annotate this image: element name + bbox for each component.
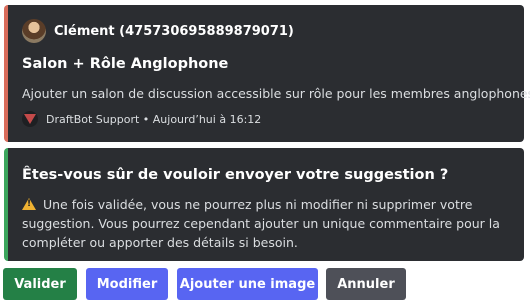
add-image-button[interactable]: Ajouter une image	[177, 268, 318, 300]
draftbot-icon	[22, 111, 38, 127]
author-avatar[interactable]	[22, 19, 46, 43]
warning-icon	[22, 198, 36, 210]
embed-footer: DraftBot Support • Aujourd’hui à 16:12	[22, 111, 261, 127]
confirmation-embed: Êtes-vous sûr de vouloir envoyer votre s…	[4, 148, 524, 261]
embed-author: Clément (475730695889879071)	[22, 19, 294, 43]
confirmation-title: Êtes-vous sûr de vouloir envoyer votre s…	[22, 167, 449, 183]
footer-text: DraftBot Support • Aujourd’hui à 16:12	[46, 112, 262, 126]
author-name[interactable]: Clément (475730695889879071)	[54, 24, 294, 39]
cancel-button[interactable]: Annuler	[326, 268, 406, 300]
confirmation-description: Une fois validée, vous ne pourrez plus n…	[22, 195, 512, 252]
suggestion-title: Salon + Rôle Anglophone	[22, 56, 229, 72]
suggestion-description: Ajouter un salon de discussion accessibl…	[22, 86, 530, 101]
validate-button[interactable]: Valider	[3, 268, 77, 300]
modify-button[interactable]: Modifier	[86, 268, 168, 300]
confirmation-text: Une fois validée, vous ne pourrez plus n…	[22, 197, 500, 250]
suggestion-embed: Clément (475730695889879071) Salon + Rôl…	[4, 5, 530, 142]
